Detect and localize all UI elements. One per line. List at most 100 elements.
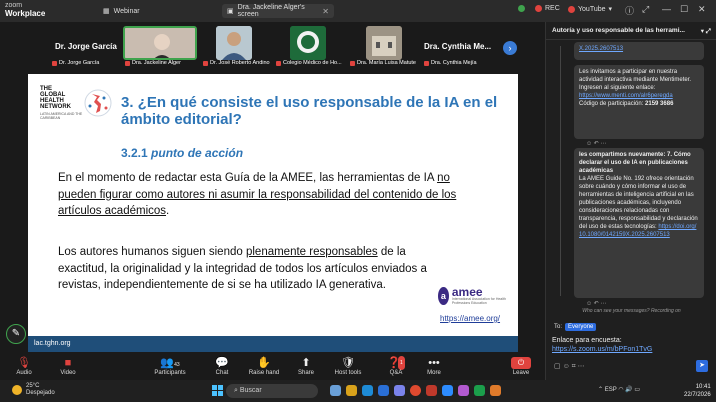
amee-logo-mark: a xyxy=(438,287,449,305)
globe-map-icon xyxy=(84,89,112,117)
slide-paragraph-1: En el momento de redactar esta Guía de l… xyxy=(58,172,457,217)
mic-muted-icon xyxy=(424,60,429,66)
message-actions[interactable]: ☺ ↶ ⋯ xyxy=(586,140,607,147)
chat-message: les compartimos nuevamente: 7. Cómo decl… xyxy=(574,148,704,298)
participant-label: Dra. María Luisa Matute xyxy=(350,58,416,68)
chat-visibility-notice: Who can see your messages? Recording on xyxy=(582,308,681,314)
participant-avatar xyxy=(216,26,252,60)
app-icon-explorer[interactable] xyxy=(346,385,357,396)
app-icon-outlook[interactable] xyxy=(378,385,389,396)
chat-recipient: To: Everyone xyxy=(554,323,597,331)
chevron-up-icon: ⌃ xyxy=(598,387,604,393)
app-icon-firefox[interactable] xyxy=(490,385,501,396)
app-icon-chrome[interactable] xyxy=(410,385,421,396)
app-icon-edge[interactable] xyxy=(362,385,373,396)
weather-sun-icon xyxy=(12,385,22,395)
tab-screen-share[interactable]: ▣ Dra. Jackeline Alger's screen ✕ xyxy=(222,4,334,18)
video-button[interactable]: ■ Video xyxy=(38,356,98,376)
leave-icon: ⏻ xyxy=(511,357,531,369)
shared-slide: THE GLOBAL HEALTH NETWORK LATIN AMERICA … xyxy=(28,74,518,336)
medical-college-logo xyxy=(290,26,326,60)
slide-section-heading: 3.2.1 punto de acción xyxy=(121,146,244,160)
video-tile[interactable] xyxy=(216,26,252,60)
youtube-live-indicator[interactable]: YouTube ▾ xyxy=(568,5,612,13)
speaker-avatar xyxy=(125,28,195,58)
chat-panel: Autoría y uso responsable de las herrami… xyxy=(545,22,716,380)
shield-icon xyxy=(518,5,525,12)
chat-input[interactable]: Enlace para encuesta: https://s.zoom.us/… xyxy=(552,336,712,360)
chat-thread-line xyxy=(560,46,561,296)
slide-footer: lac.tghn.org xyxy=(28,336,518,352)
app-icon-onenote[interactable] xyxy=(458,385,469,396)
fullscreen-icon[interactable]: ⤢ xyxy=(642,4,649,15)
participant-video-strip: Dr. Jorge García Dr. Jorge García Dra. J… xyxy=(0,22,545,72)
battery-icon: ▭ xyxy=(634,387,641,393)
participant-label: Dra. Cynthia Mejía xyxy=(424,58,477,68)
chat-header: Autoría y uso responsable de las herrami… xyxy=(546,22,716,40)
app-icon-powerpoint[interactable] xyxy=(426,385,437,396)
windows-start-icon[interactable] xyxy=(212,385,223,396)
webinar-icon: ▦ xyxy=(103,8,110,15)
more-icon[interactable]: ⋯ xyxy=(578,363,585,370)
mic-muted-icon xyxy=(125,60,130,66)
system-tray[interactable]: ⌃ ESP ◠ 🔊 ▭ xyxy=(598,386,640,393)
participant-label: Colegio Médico de Ho... xyxy=(276,58,342,68)
send-button[interactable]: ➤ xyxy=(696,360,708,372)
app-icon-zoom[interactable] xyxy=(442,385,453,396)
participant-name: Dr. Jorge García xyxy=(55,42,117,51)
send-icon: ➤ xyxy=(699,362,705,369)
info-icon[interactable]: ⓘ xyxy=(625,4,634,17)
more-button[interactable]: ••• More xyxy=(404,356,464,376)
participants-button[interactable]: 👥43 Participants xyxy=(140,356,200,376)
message-actions[interactable]: ☺ ↶ ⋯ xyxy=(586,300,607,307)
taskbar-clock[interactable]: 10:41 22/7/2026 xyxy=(684,383,711,399)
participant-label: Dra. Jackeline Alger xyxy=(125,58,181,68)
more-icon: ••• xyxy=(428,357,440,369)
chat-message: X.2025.2607513 xyxy=(574,42,704,60)
weather-widget[interactable]: 25°C Despejado xyxy=(26,383,55,397)
slide-title: 3. ¿En qué consiste el uso responsable d… xyxy=(121,94,498,128)
file-icon[interactable]: ▢ xyxy=(554,363,561,370)
search-icon: ⌕ xyxy=(234,387,238,394)
chat-input-tools: ▢ ☺ ⌗ ⋯ xyxy=(554,362,714,371)
building-photo xyxy=(366,26,402,60)
emoji-icon[interactable]: ☺ xyxy=(563,363,570,370)
maximize-icon[interactable]: ☐ xyxy=(680,4,688,15)
app-icon-teams[interactable] xyxy=(394,385,405,396)
amee-logo: a amee International Association for Heal… xyxy=(438,284,506,308)
minimize-icon[interactable]: — xyxy=(662,4,671,14)
mic-muted-icon xyxy=(350,60,355,66)
video-tile[interactable] xyxy=(366,26,402,60)
chat-options-icon[interactable]: ▾ ⤢ xyxy=(701,27,711,35)
rec-indicator[interactable]: REC xyxy=(535,5,560,12)
volume-icon: 🔊 xyxy=(625,387,633,393)
next-participants-button[interactable]: › xyxy=(503,41,517,55)
participant-label: Dr. José Roberto Andino xyxy=(203,58,270,68)
video-tile[interactable] xyxy=(290,26,326,60)
screen-icon: ▣ xyxy=(227,8,234,15)
tab-webinar[interactable]: ▦ Webinar xyxy=(98,4,145,18)
close-icon[interactable]: ✕ xyxy=(322,7,329,16)
title-bar: zoom Workplace ▦ Webinar ▣ Dra. Jackelin… xyxy=(0,0,716,22)
video-off-icon: ■ xyxy=(64,357,72,369)
app-icon-widgets[interactable] xyxy=(330,385,341,396)
meeting-toolbar: 🎙 Audio ■ Video 👥43 Participants 💬 Chat ✋ Rai… xyxy=(0,354,545,380)
screenshot-icon[interactable]: ⌗ xyxy=(572,363,576,370)
zoom-logo: zoom Workplace xyxy=(5,2,46,18)
annotate-pen-icon[interactable]: ✎ xyxy=(6,324,26,344)
video-tile-active-speaker[interactable] xyxy=(123,26,197,60)
recipient-dropdown[interactable]: Everyone xyxy=(565,323,597,331)
leave-button[interactable]: ⏻ Leave xyxy=(507,356,535,376)
participant-label: Dr. Jorge García xyxy=(52,58,99,68)
slide-paragraph-2: Los autores humanos siguen siendo plenam… xyxy=(58,246,427,291)
participant-name: Dra. Cynthia Me... xyxy=(424,42,492,51)
chat-message: Les invitamos a participar en nuestra ac… xyxy=(574,65,704,139)
taskbar-search[interactable]: ⌕ Buscar xyxy=(226,384,318,398)
windows-taskbar: 25°C Despejado ⌕ Buscar ⌃ ESP ◠ 🔊 ▭ 10:41… xyxy=(0,380,716,402)
amee-link[interactable]: https://amee.org/ xyxy=(440,314,500,323)
mentimeter-link[interactable]: https://www.menti.com/alr6peregda xyxy=(579,93,673,99)
participants-icon: 👥43 xyxy=(160,357,180,369)
window-close-icon[interactable]: ✕ xyxy=(698,4,706,15)
chevron-right-icon: › xyxy=(508,43,512,53)
app-icon-excel[interactable] xyxy=(474,385,485,396)
